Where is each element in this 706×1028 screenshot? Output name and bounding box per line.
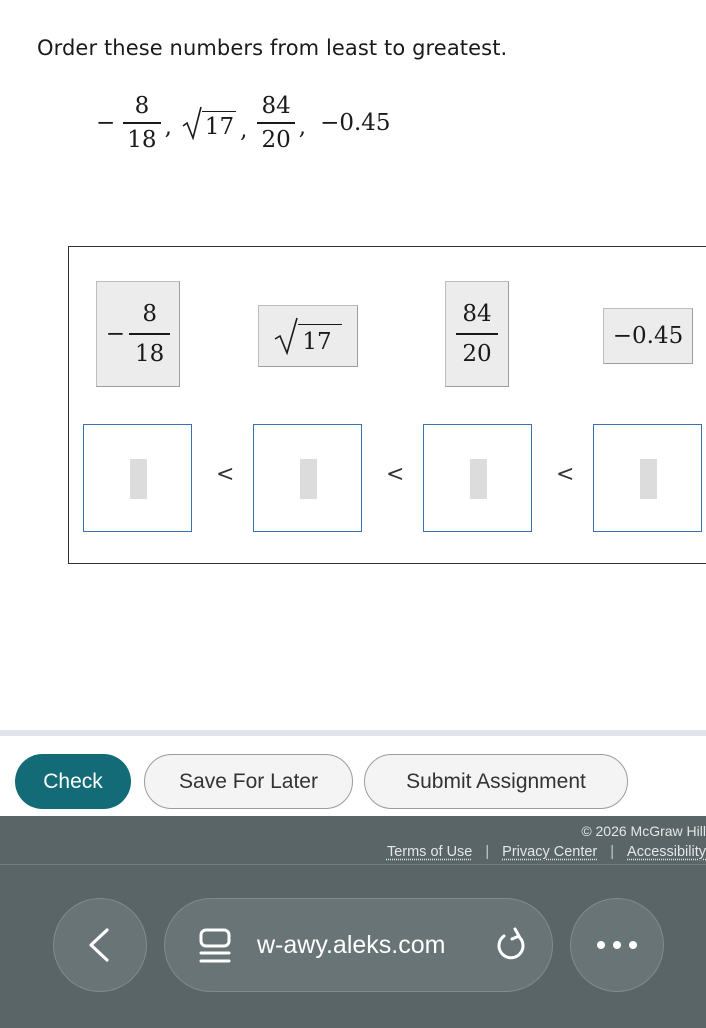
tile-sqrt: 17 [274, 317, 342, 355]
slot-placeholder [300, 459, 317, 499]
less-than-sign: < [556, 462, 575, 487]
page-menu-icon [199, 928, 231, 963]
number-list: − 8 18 , 17 , 84 20 , −0.45 [96, 88, 391, 158]
link-separator: | [610, 844, 615, 860]
slot-placeholder [130, 459, 147, 499]
decimal-value: −0.45 [320, 110, 391, 136]
answer-slot-3[interactable] [423, 424, 532, 532]
accessibility-link[interactable]: Accessibility [627, 844, 706, 860]
slot-placeholder [470, 459, 487, 499]
privacy-center-link[interactable]: Privacy Center [502, 844, 597, 860]
tile-radicand: 17 [298, 324, 342, 355]
draggable-tile-84-20[interactable]: 84 20 [445, 281, 509, 387]
copyright-text: © 2026 McGraw Hill [581, 823, 706, 839]
numerator: 8 [134, 93, 150, 120]
tile-denominator: 18 [135, 340, 165, 367]
comma: , [164, 114, 172, 140]
radical-sign-icon [182, 106, 202, 140]
address-bar[interactable]: w-awy.aleks.com [164, 898, 553, 992]
tile-sign: − [105, 321, 125, 347]
check-button[interactable]: Check [15, 754, 131, 809]
tile-fraction: 8 18 [129, 301, 171, 367]
back-button[interactable] [53, 898, 147, 992]
numerator: 84 [261, 93, 291, 120]
save-for-later-button[interactable]: Save For Later [144, 754, 353, 809]
sqrt-17: 17 [182, 106, 237, 140]
fraction-84-20: 84 20 [257, 93, 295, 153]
footer-links: Terms of Use | Privacy Center | Accessib… [387, 844, 706, 860]
submit-assignment-button[interactable]: Submit Assignment [364, 754, 628, 809]
more-options-button[interactable] [570, 898, 664, 992]
radicand: 17 [201, 111, 237, 140]
reload-icon[interactable] [494, 927, 528, 963]
action-bar: Check Save For Later Submit Assignment [0, 730, 706, 816]
draggable-tile-sqrt-17[interactable]: 17 [258, 305, 358, 367]
less-than-sign: < [216, 462, 235, 487]
footer-divider [0, 864, 706, 865]
denominator: 20 [261, 126, 291, 153]
answer-slot-1[interactable] [83, 424, 192, 532]
draggable-tile-neg-0-45[interactable]: −0.45 [603, 308, 693, 364]
terms-of-use-link[interactable]: Terms of Use [387, 844, 472, 860]
comma: , [298, 114, 307, 140]
link-separator: | [485, 844, 490, 860]
slot-placeholder [640, 459, 657, 499]
less-than-sign: < [386, 462, 405, 487]
radical-sign-icon [274, 317, 299, 355]
negative-sign: − [96, 110, 116, 136]
answer-slot-4[interactable] [593, 424, 702, 532]
tile-denominator: 20 [462, 340, 492, 367]
question-prompt: Order these numbers from least to greate… [37, 36, 508, 60]
denominator: 18 [127, 126, 157, 153]
answer-slot-2[interactable] [253, 424, 362, 532]
tile-numerator: 8 [142, 301, 157, 328]
ellipsis-icon [597, 941, 637, 949]
tile-decimal: −0.45 [612, 323, 684, 349]
comma: , [240, 117, 248, 143]
page-footer: © 2026 McGraw Hill Terms of Use | Privac… [0, 816, 706, 866]
chevron-left-icon [89, 928, 109, 962]
fraction-8-18: 8 18 [123, 93, 161, 153]
browser-toolbar: w-awy.aleks.com [0, 866, 706, 1028]
url-text: w-awy.aleks.com [257, 931, 446, 959]
tile-numerator: 84 [462, 301, 492, 328]
draggable-tile-neg-8-18[interactable]: − 8 18 [96, 281, 180, 387]
tile-fraction: 84 20 [456, 301, 498, 367]
